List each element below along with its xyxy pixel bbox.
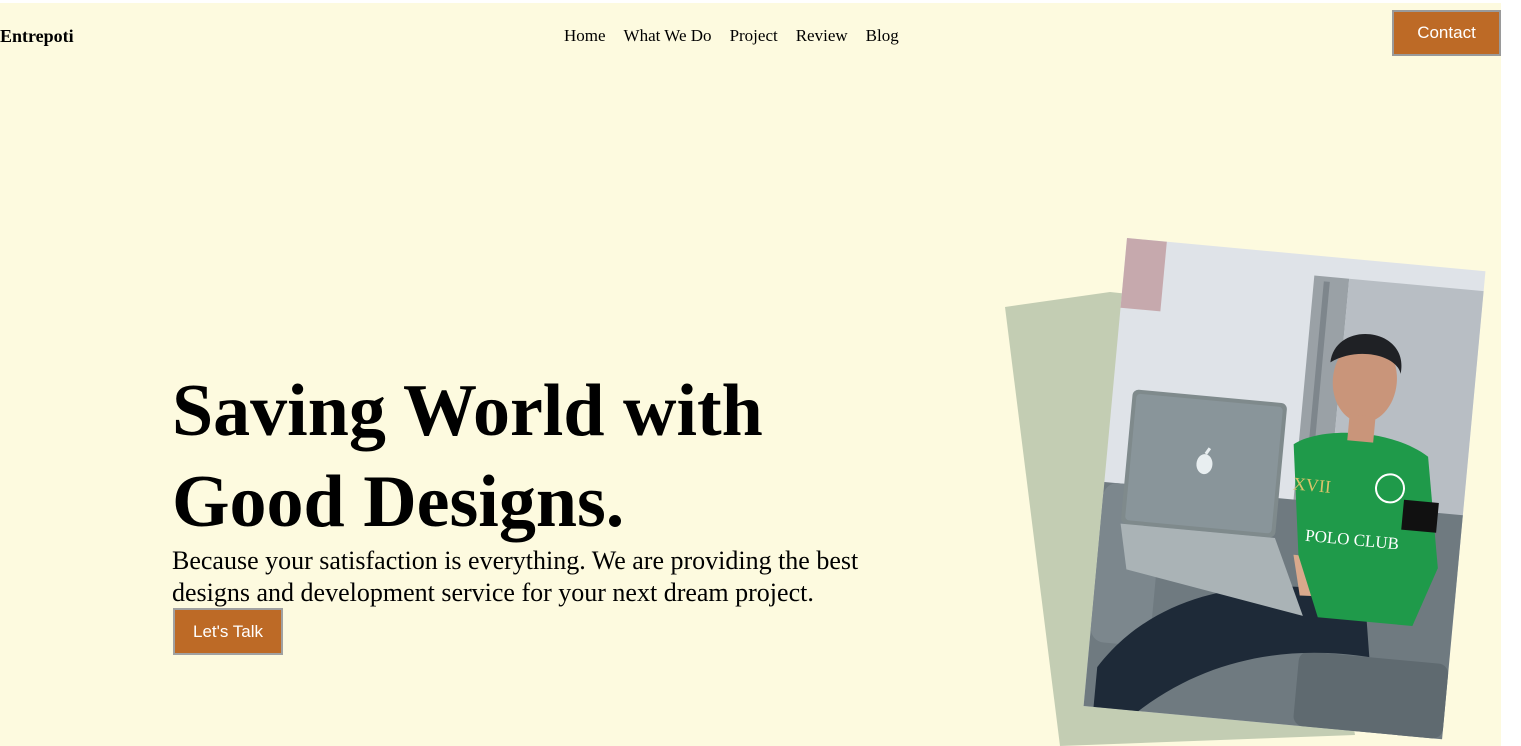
nav-blog[interactable]: Blog: [866, 26, 899, 46]
nav-what-we-do[interactable]: What We Do: [624, 26, 712, 46]
photo-frame: XVII POLO CLUB: [1083, 238, 1486, 740]
lets-talk-button[interactable]: Let's Talk: [173, 608, 283, 655]
hero-subtext: Because your satisfaction is everything.…: [172, 545, 912, 609]
brand-logo[interactable]: Entrepoti: [0, 26, 74, 47]
contact-button[interactable]: Contact: [1392, 10, 1501, 56]
hero-subtext-line2: designs and development service for your…: [172, 578, 814, 607]
hero-headline-line1: Saving World with: [172, 370, 763, 452]
hero-headline: Saving World with Good Designs.: [172, 366, 932, 548]
hero-image: XVII POLO CLUB: [1005, 238, 1486, 746]
shirt-number: XVII: [1292, 473, 1332, 496]
main-nav: Home What We Do Project Review Blog: [564, 26, 899, 46]
nav-review[interactable]: Review: [796, 26, 848, 46]
nav-home[interactable]: Home: [564, 26, 606, 46]
nav-project[interactable]: Project: [730, 26, 778, 46]
hero-headline-line2: Good Designs.: [172, 461, 625, 543]
hero-subtext-line1: Because your satisfaction is everything.…: [172, 546, 859, 575]
landing-page: Entrepoti Home What We Do Project Review…: [0, 0, 1521, 746]
